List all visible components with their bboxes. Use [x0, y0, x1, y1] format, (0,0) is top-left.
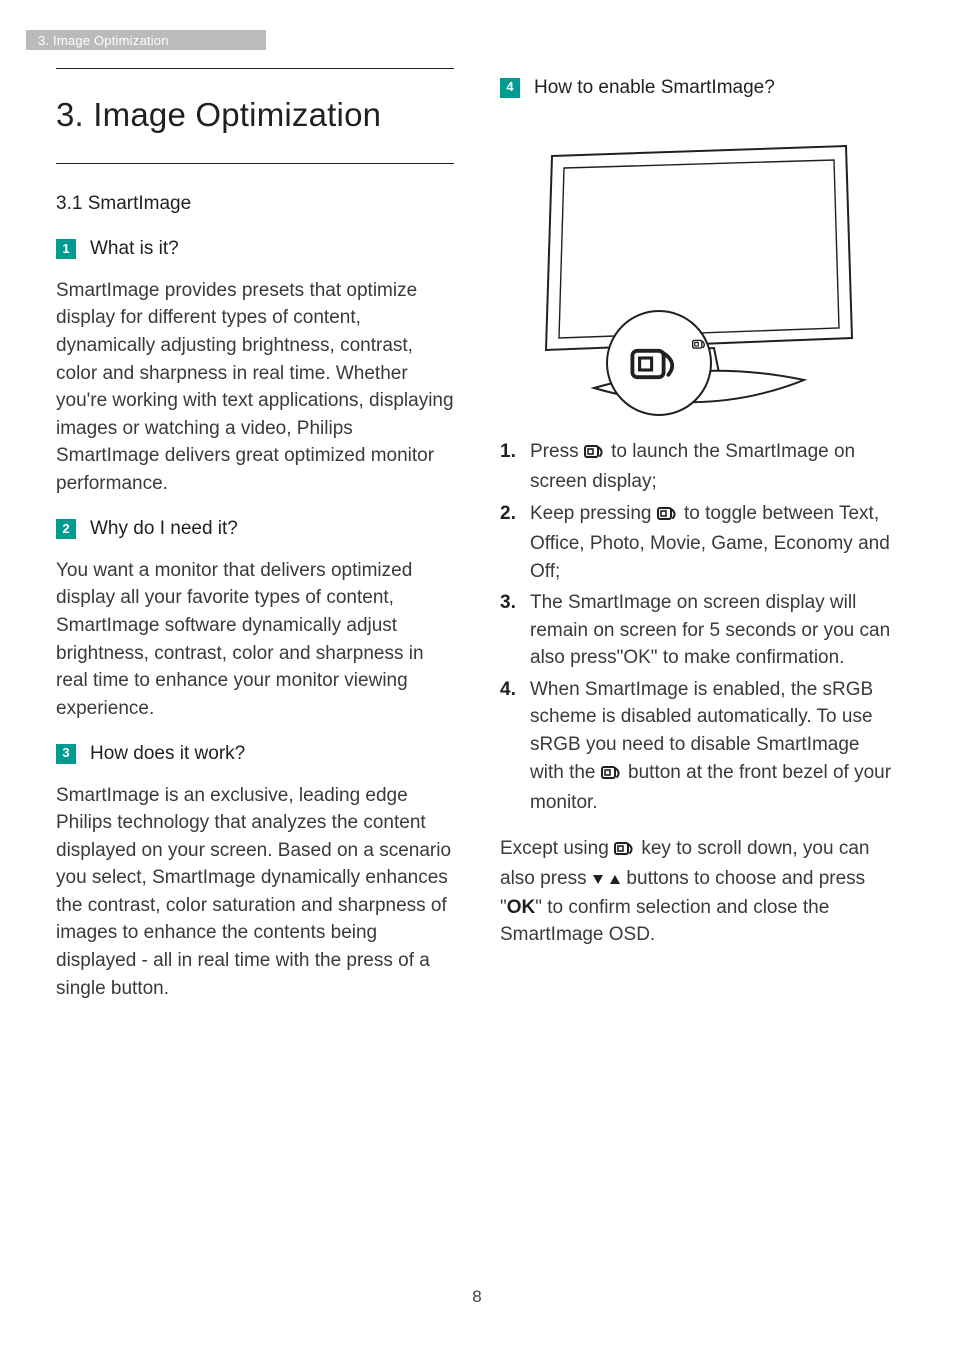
chapter-title: 3. Image Optimization [56, 91, 454, 139]
closing-a: Except using [500, 838, 614, 859]
step-2: Keep pressing to toggle between Text, Of… [500, 500, 898, 586]
ok-text: OK [507, 897, 536, 918]
step-1-text-a: Press [530, 441, 584, 462]
rule-bottom [56, 163, 454, 164]
question-2-label: Why do I need it? [90, 515, 238, 543]
question-4-label: How to enable SmartImage? [534, 74, 775, 102]
step-1: Press to launch the SmartImage on screen… [500, 438, 898, 496]
smartimage-icon [657, 503, 679, 531]
question-1-label: What is it? [90, 235, 179, 263]
header-breadcrumb: 3. Image Optimization [26, 30, 266, 50]
steps-list: Press to launch the SmartImage on screen… [500, 438, 898, 817]
question-1-heading: 1 What is it? [56, 235, 454, 263]
rule-top [56, 68, 454, 69]
num-box-2: 2 [56, 519, 76, 539]
paragraph-1: SmartImage provides presets that optimiz… [56, 277, 454, 497]
num-box-3: 3 [56, 744, 76, 764]
left-column: 3. Image Optimization 3.1 SmartImage 1 W… [56, 68, 454, 1020]
right-column: 4 How to enable SmartImage? [500, 68, 898, 1020]
paragraph-2: You want a monitor that delivers optimiz… [56, 557, 454, 722]
closing-paragraph: Except using key to scroll down, you can… [500, 835, 898, 949]
closing-d: " to confirm selection and close the Sma… [500, 897, 829, 946]
question-4-heading: 4 How to enable SmartImage? [500, 74, 898, 102]
page-number: 8 [0, 1285, 954, 1310]
smartimage-icon [584, 441, 606, 469]
question-2-heading: 2 Why do I need it? [56, 515, 454, 543]
num-box-1: 1 [56, 239, 76, 259]
step-2-text-a: Keep pressing [530, 503, 657, 524]
question-3-label: How does it work? [90, 740, 245, 768]
monitor-illustration [534, 138, 864, 418]
smartimage-icon [614, 838, 636, 866]
down-triangle-icon [592, 866, 604, 894]
paragraph-3: SmartImage is an exclusive, leading edge… [56, 782, 454, 1002]
up-triangle-icon [609, 866, 621, 894]
num-box-4: 4 [500, 78, 520, 98]
step-3-text: The SmartImage on screen display will re… [530, 592, 890, 668]
step-3: The SmartImage on screen display will re… [500, 589, 898, 672]
step-4: When SmartImage is enabled, the sRGB sch… [500, 676, 898, 817]
question-3-heading: 3 How does it work? [56, 740, 454, 768]
subsection-heading: 3.1 SmartImage [56, 190, 454, 218]
breadcrumb-text: 3. Image Optimization [38, 33, 169, 48]
smartimage-icon [601, 762, 623, 790]
